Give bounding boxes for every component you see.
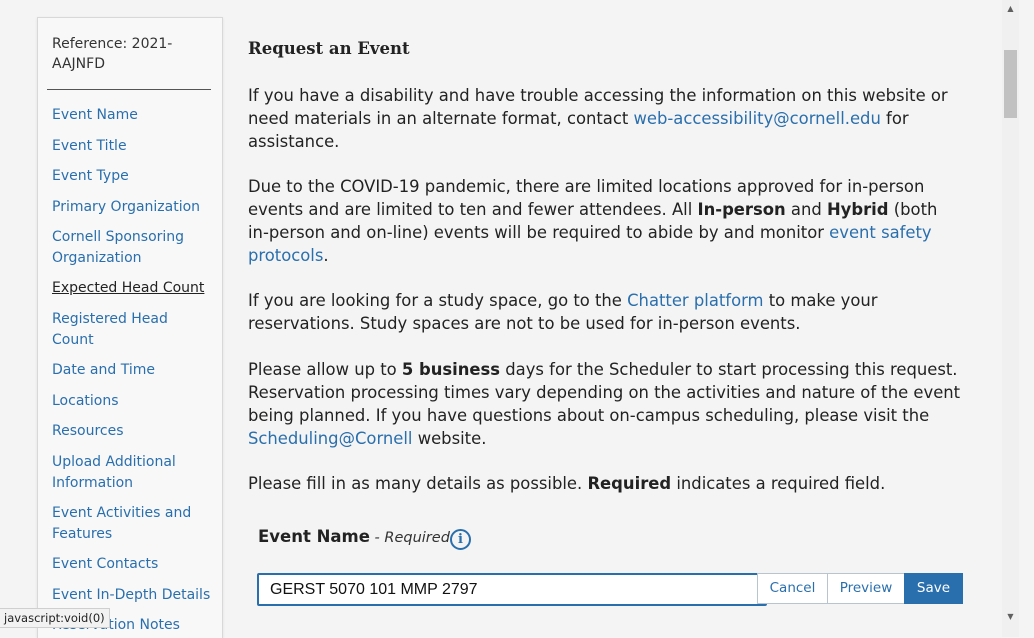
- required-note-paragraph: Please fill in as many details as possib…: [248, 474, 886, 493]
- cancel-button[interactable]: Cancel: [757, 573, 828, 604]
- sidebar-item-locations[interactable]: Locations: [52, 391, 212, 412]
- scroll-down-arrow-icon[interactable]: ▼: [1002, 608, 1019, 625]
- study-space-paragraph: If you are looking for a study space, go…: [248, 291, 878, 333]
- vertical-scrollbar[interactable]: ▲ ▼: [1002, 0, 1019, 637]
- sidebar-item-event-type[interactable]: Event Type: [52, 166, 212, 187]
- main-content: Request an Event If you have a disabilit…: [248, 0, 988, 637]
- sidebar-item-date-and-time[interactable]: Date and Time: [52, 360, 212, 381]
- sidebar-nav: Reference: 2021-AAJNFD Event Name Event …: [37, 17, 223, 638]
- accessibility-paragraph: If you have a disability and have troubl…: [248, 86, 948, 151]
- save-button[interactable]: Save: [904, 573, 963, 604]
- scheduling-cornell-link[interactable]: Scheduling@Cornell: [248, 429, 412, 448]
- sidebar-item-event-name[interactable]: Event Name: [52, 105, 212, 126]
- sidebar-item-event-in-depth-details[interactable]: Event In-Depth Details: [52, 585, 212, 606]
- sidebar-item-event-activities-and-features[interactable]: Event Activities and Features: [52, 503, 212, 544]
- sidebar-item-primary-organization[interactable]: Primary Organization: [52, 197, 212, 218]
- covid-paragraph: Due to the COVID-19 pandemic, there are …: [248, 177, 938, 265]
- event-name-input[interactable]: [257, 573, 767, 606]
- scroll-up-arrow-icon[interactable]: ▲: [1002, 0, 1019, 17]
- status-bar-url: javascript:void(0): [0, 608, 110, 628]
- sidebar-item-resources[interactable]: Resources: [52, 421, 212, 442]
- processing-time-paragraph: Please allow up to 5 business days for t…: [248, 360, 961, 448]
- sidebar-item-registered-head-count[interactable]: Registered Head Count: [52, 309, 212, 350]
- accessibility-email-link[interactable]: web-accessibility@cornell.edu: [634, 109, 881, 128]
- required-indicator: - Required: [369, 530, 450, 546]
- sidebar-item-event-contacts[interactable]: Event Contacts: [52, 554, 212, 575]
- sidebar-item-expected-head-count[interactable]: Expected Head Count: [52, 278, 212, 299]
- event-name-field-label: Event Name - Required: [258, 527, 450, 546]
- scroll-thumb[interactable]: [1004, 50, 1017, 118]
- preview-button[interactable]: Preview: [827, 573, 905, 604]
- chatter-platform-link[interactable]: Chatter platform: [627, 291, 763, 310]
- sidebar-item-upload-additional-information[interactable]: Upload Additional Information: [52, 452, 212, 493]
- page-title: Request an Event: [248, 39, 410, 58]
- reference-divider: [47, 89, 211, 90]
- reference-number: Reference: 2021-AAJNFD: [52, 36, 173, 72]
- sidebar-item-cornell-sponsoring-organization[interactable]: Cornell Sponsoring Organization: [52, 227, 212, 268]
- info-icon[interactable]: i: [450, 529, 471, 550]
- sidebar-item-event-title[interactable]: Event Title: [52, 136, 212, 157]
